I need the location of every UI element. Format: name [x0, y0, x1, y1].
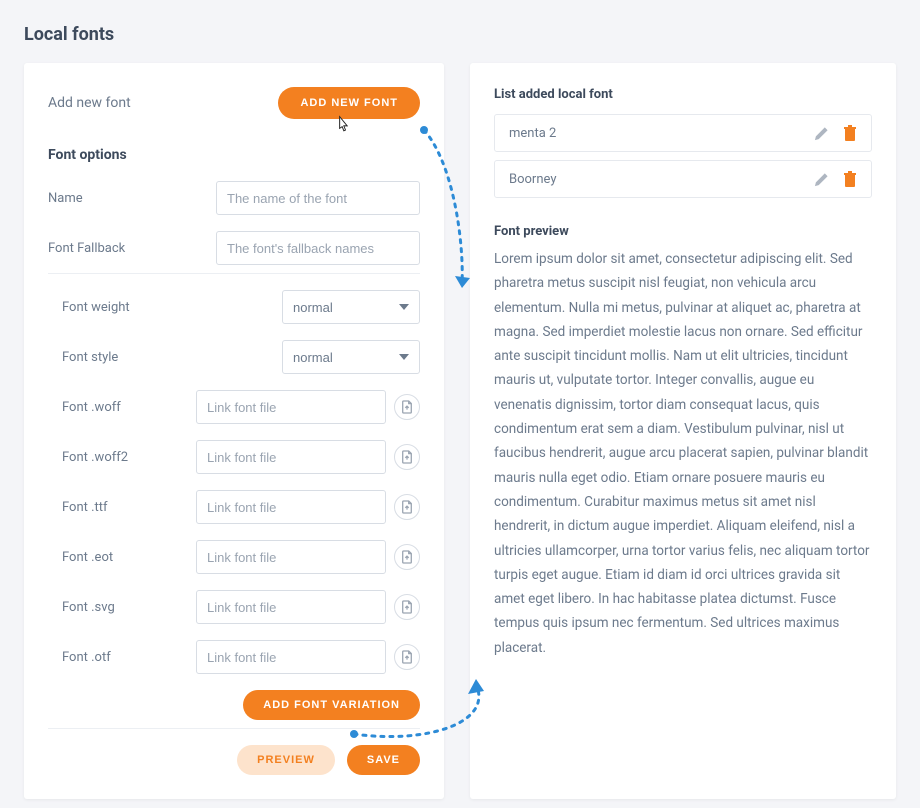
name-label: Name: [48, 191, 216, 206]
add-font-label: Add new font: [48, 95, 131, 111]
delete-icon[interactable]: [843, 171, 857, 187]
preview-card: List added local font menta 2 Boorney Fo…: [470, 63, 896, 799]
font-item-name: Boorney: [509, 172, 556, 187]
font-weight-select[interactable]: normal: [282, 290, 420, 324]
edit-icon[interactable]: [814, 126, 829, 141]
font-file-row: Font .svg: [62, 590, 420, 624]
divider: [48, 728, 420, 729]
font-file-input[interactable]: [196, 640, 386, 674]
edit-icon[interactable]: [814, 172, 829, 187]
font-style-select[interactable]: normal: [282, 340, 420, 374]
font-file-input[interactable]: [196, 390, 386, 424]
font-file-label: Font .svg: [62, 600, 196, 615]
font-file-label: Font .woff: [62, 400, 196, 415]
file-picker-icon[interactable]: [394, 644, 420, 670]
fallback-label: Font Fallback: [48, 241, 216, 256]
font-file-input[interactable]: [196, 440, 386, 474]
file-picker-icon[interactable]: [394, 394, 420, 420]
font-file-label: Font .ttf: [62, 500, 196, 515]
font-weight-label: Font weight: [62, 300, 196, 315]
file-picker-icon[interactable]: [394, 594, 420, 620]
font-file-input[interactable]: [196, 590, 386, 624]
font-file-row: Font .ttf: [62, 490, 420, 524]
font-style-label: Font style: [62, 350, 196, 365]
font-preview-heading: Font preview: [494, 224, 872, 239]
font-file-row: Font .woff2: [62, 440, 420, 474]
font-file-row: Font .otf: [62, 640, 420, 674]
font-file-input[interactable]: [196, 540, 386, 574]
font-file-input[interactable]: [196, 490, 386, 524]
list-heading: List added local font: [494, 87, 872, 102]
font-options-card: Add new font ADD NEW FONT Font options N…: [24, 63, 444, 799]
file-picker-icon[interactable]: [394, 444, 420, 470]
font-list-item: Boorney: [494, 160, 872, 198]
font-item-name: menta 2: [509, 126, 556, 141]
file-picker-icon[interactable]: [394, 544, 420, 570]
font-list-item: menta 2: [494, 114, 872, 152]
file-picker-icon[interactable]: [394, 494, 420, 520]
preview-button[interactable]: PREVIEW: [237, 745, 335, 775]
font-options-heading: Font options: [48, 147, 420, 163]
add-font-variation-button[interactable]: ADD FONT VARIATION: [243, 690, 420, 720]
font-fallback-input[interactable]: [216, 231, 420, 265]
cursor-pointer-icon: [334, 115, 352, 133]
font-name-input[interactable]: [216, 181, 420, 215]
save-button[interactable]: SAVE: [347, 745, 420, 775]
divider: [48, 273, 420, 274]
font-file-row: Font .eot: [62, 540, 420, 574]
font-file-label: Font .eot: [62, 550, 196, 565]
font-file-row: Font .woff: [62, 390, 420, 424]
font-file-label: Font .otf: [62, 650, 196, 665]
delete-icon[interactable]: [843, 125, 857, 141]
font-file-label: Font .woff2: [62, 450, 196, 465]
page-title: Local fonts: [24, 24, 896, 45]
font-preview-body: Lorem ipsum dolor sit amet, consectetur …: [494, 247, 872, 660]
